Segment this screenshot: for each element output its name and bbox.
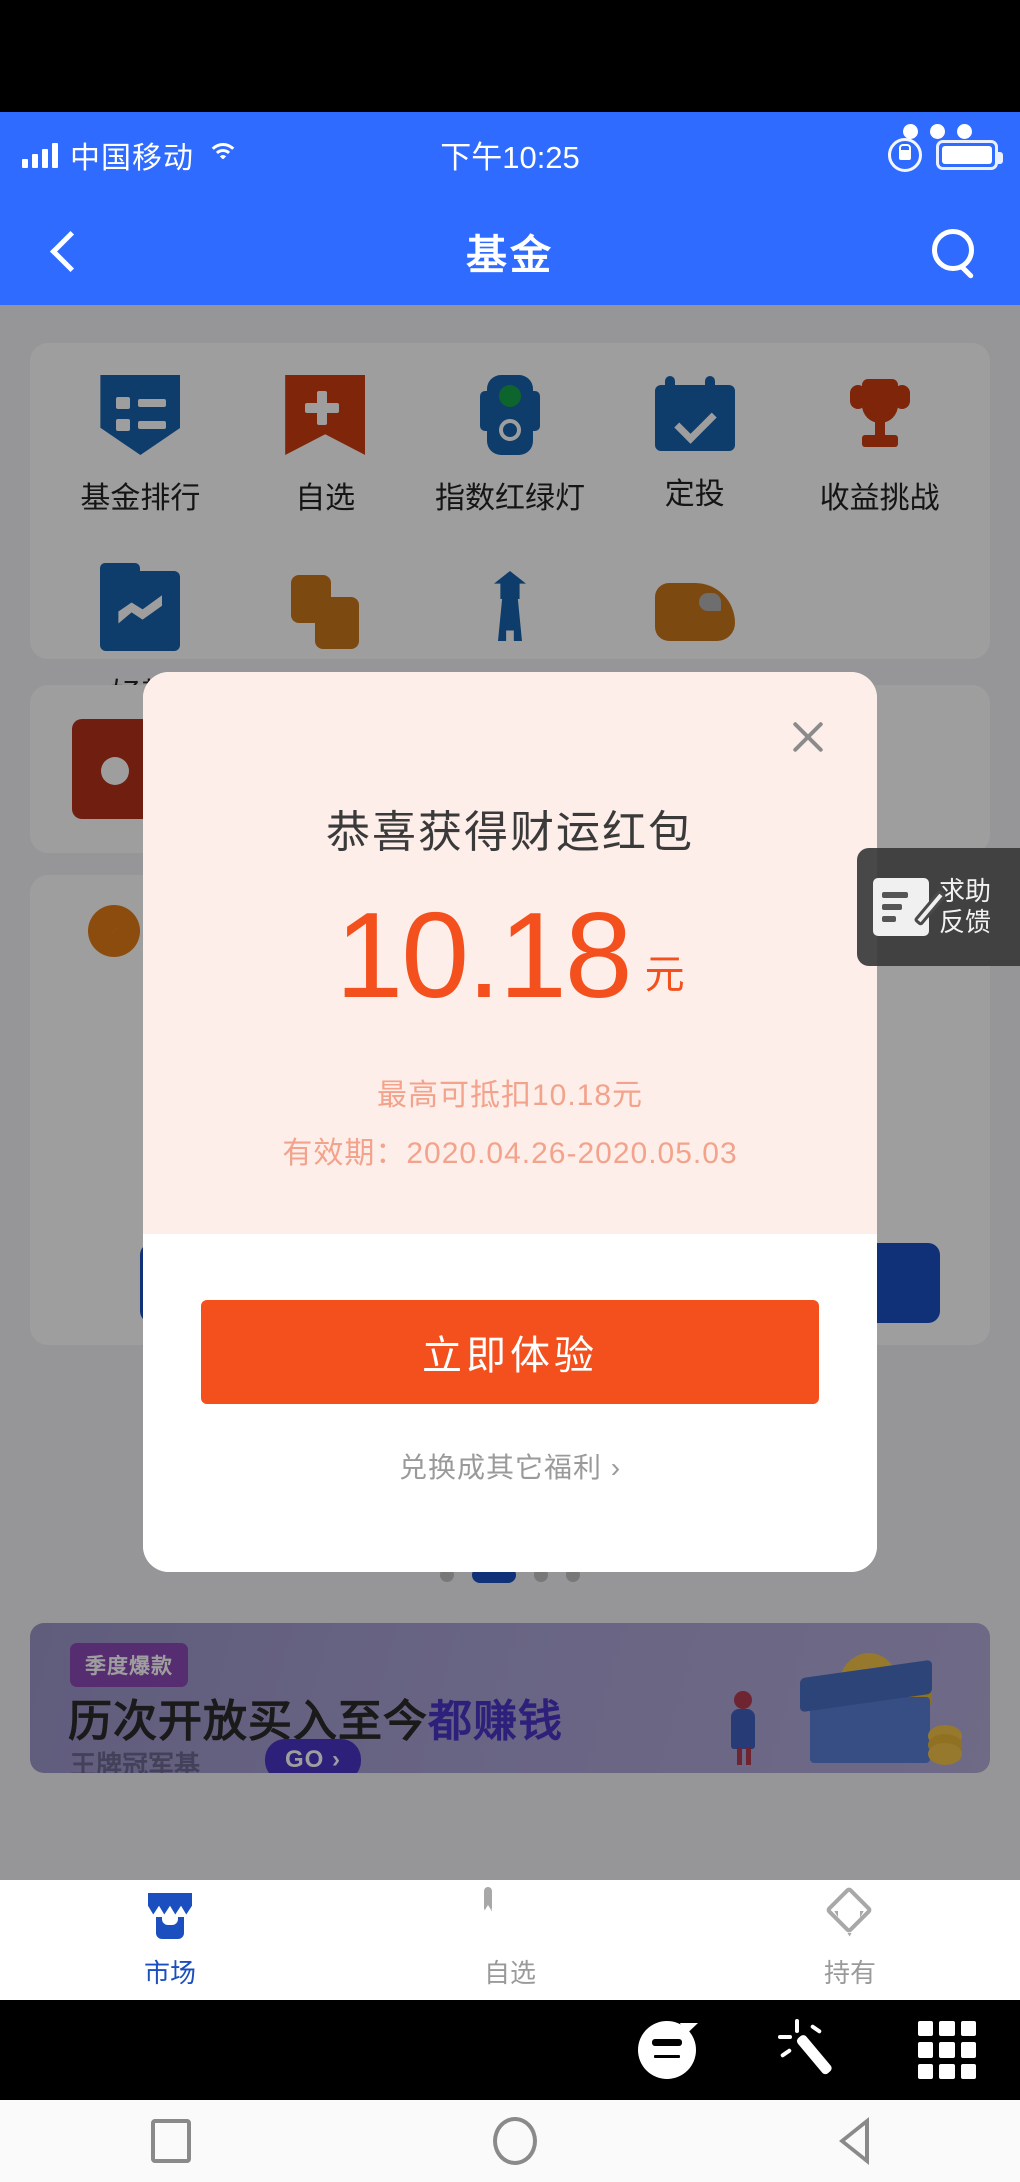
modal-title: 恭喜获得财运红包 [326,808,694,857]
modal-bottom-section: 立即体验 兑换成其它福利 › [143,1234,877,1572]
help-feedback-widget[interactable]: 求助 反馈 [857,848,1020,966]
watchlist-plus-icon [484,1886,536,1943]
reward-amount: 10.18 [335,887,632,1023]
back-triangle-icon[interactable] [839,2117,869,2165]
modal-amount-row: 10.18 元 [143,894,877,1016]
status-bar-right [888,123,1003,172]
magic-wand-icon[interactable] [778,2019,836,2079]
back-chevron-icon[interactable] [42,229,86,273]
nav-bar: 基金 [0,197,1020,305]
edit-document-icon [873,878,947,936]
help-feedback-line2: 反馈 [939,907,992,937]
black-toolbar-icons [638,2000,976,2100]
validity-text: 有效期：2020.04.26-2020.05.03 [282,1137,738,1170]
page-title: 基金 [466,232,554,278]
bottom-tab-bar: 市场 自选 持有 [0,1880,1020,2000]
search-icon[interactable] [930,227,978,275]
reward-amount-unit: 元 [644,953,685,997]
carrier-label: 中国移动 [70,141,194,175]
tab-holdings[interactable]: 持有 [680,1880,1020,2000]
device-black-toolbar [0,2000,1020,2100]
modal-top-section: 恭喜获得财运红包 10.18 元 最高可抵扣10.18元 有效期：2020.04… [143,672,877,1234]
wifi-icon [206,142,240,168]
signal-icon [22,142,58,168]
tab-label: 持有 [823,1957,876,1988]
status-bar-clock: 下午10:25 [440,140,580,175]
status-bar: 中国移动 下午10:25 [0,112,1020,197]
exchange-other-benefits-link[interactable]: 兑换成其它福利 › [143,1446,877,1486]
app-grid-icon[interactable] [918,2021,976,2079]
close-icon[interactable] [785,714,831,760]
max-deduct-text: 最高可抵扣10.18元 [376,1079,644,1112]
tab-label: 自选 [483,1957,536,1988]
tab-label: 市场 [143,1957,196,1988]
rotation-lock-icon [888,137,922,172]
holdings-diamond-icon [824,1885,876,1943]
help-feedback-line1: 求助 [939,876,992,907]
chat-bubble-icon[interactable] [638,2021,696,2079]
battery-icon [936,139,1003,170]
help-feedback-label: 求助 反馈 [939,876,991,937]
market-store-icon [144,1891,196,1943]
experience-now-button[interactable]: 立即体验 [201,1300,819,1404]
home-circle-icon[interactable] [493,2117,537,2165]
tab-watchlist[interactable]: 自选 [340,1880,680,2000]
tab-market[interactable]: 市场 [0,1880,340,2000]
recents-square-icon[interactable] [151,2119,191,2163]
status-bar-left: 中国移动 [22,133,240,177]
phone-screen: 中国移动 下午10:25 基金 基金排行 自选 指数红绿灯 定投 收益挑战 季度… [0,0,1020,2182]
red-packet-reward-modal: 恭喜获得财运红包 10.18 元 最高可抵扣10.18元 有效期：2020.04… [143,672,877,1572]
android-navigation-bar [0,2100,1020,2182]
letterbox-top [0,0,1020,112]
notification-dots-icon [903,123,972,139]
